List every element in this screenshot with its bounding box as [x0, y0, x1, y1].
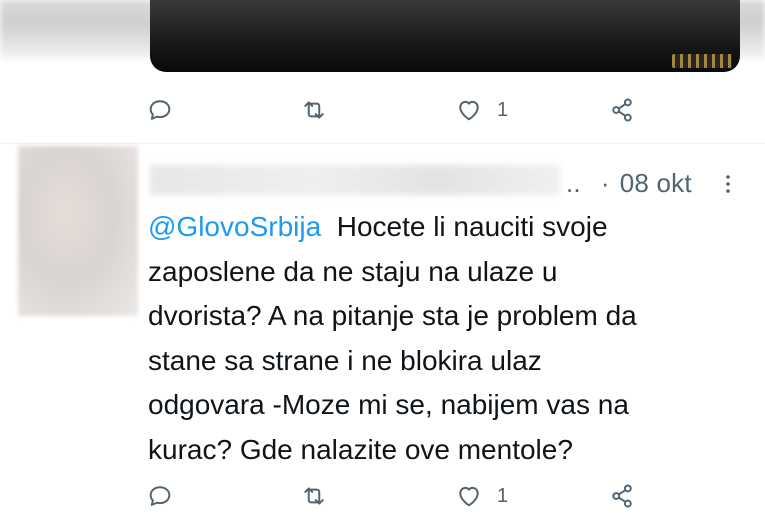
- reply-icon: [149, 486, 171, 506]
- tweet-line-3: dvorista? A na pitanje sta je problem da: [148, 300, 637, 331]
- share-icon: [612, 98, 632, 122]
- reply-button[interactable]: [146, 476, 174, 516]
- top-tweet-action-bar: 1: [0, 90, 765, 130]
- tweet-line-2: zaposlene da ne staju na ulaze u: [148, 255, 558, 287]
- blurred-user-name[interactable]: [150, 165, 560, 195]
- tweet-text: @GlovoSrbija Hocete li nauciti svoje zap…: [148, 205, 748, 472]
- like-button[interactable]: 1: [455, 476, 508, 516]
- tweet-divider: [0, 143, 765, 144]
- retweet-button[interactable]: [300, 90, 328, 130]
- meta-separator: ·: [600, 167, 610, 198]
- more-vertical-icon: [726, 175, 730, 193]
- tweet-line-1: @GlovoSrbija Hocete li nauciti svoje: [148, 205, 748, 250]
- like-button[interactable]: 1: [455, 90, 508, 130]
- tweet-line-6: kurac? Gde nalazite ove mentole?: [148, 433, 573, 465]
- avatar[interactable]: [18, 146, 138, 316]
- retweet-icon: [304, 487, 324, 505]
- heart-icon: [459, 100, 479, 121]
- more-options-button[interactable]: [716, 170, 740, 198]
- media-image-detail: [672, 54, 732, 68]
- reply-icon: [149, 100, 171, 120]
- like-count: 1: [497, 484, 509, 507]
- heart-icon: [459, 486, 479, 507]
- share-button[interactable]: [608, 476, 636, 516]
- retweet-button[interactable]: [300, 476, 328, 516]
- tweet-line-4: stane sa strane i ne blokira ulaz: [148, 344, 542, 376]
- tweet-date[interactable]: 08 okt: [620, 168, 692, 199]
- mention-link[interactable]: @GlovoSrbija: [148, 211, 321, 242]
- tweet-line-5: odgovara -Moze mi se, nabijem vas na: [148, 389, 629, 420]
- tweet-media[interactable]: [150, 0, 740, 72]
- retweet-icon: [304, 101, 324, 119]
- tweet-action-bar: 1: [0, 476, 765, 516]
- share-button[interactable]: [608, 90, 636, 130]
- name-truncation: ..: [566, 167, 581, 198]
- like-count: 1: [497, 98, 509, 121]
- tweet-line-text: Hocete li nauciti svoje: [336, 211, 608, 242]
- share-icon: [612, 484, 632, 508]
- reply-button[interactable]: [146, 90, 174, 130]
- tweet-meta: .. · 08 okt: [566, 168, 692, 198]
